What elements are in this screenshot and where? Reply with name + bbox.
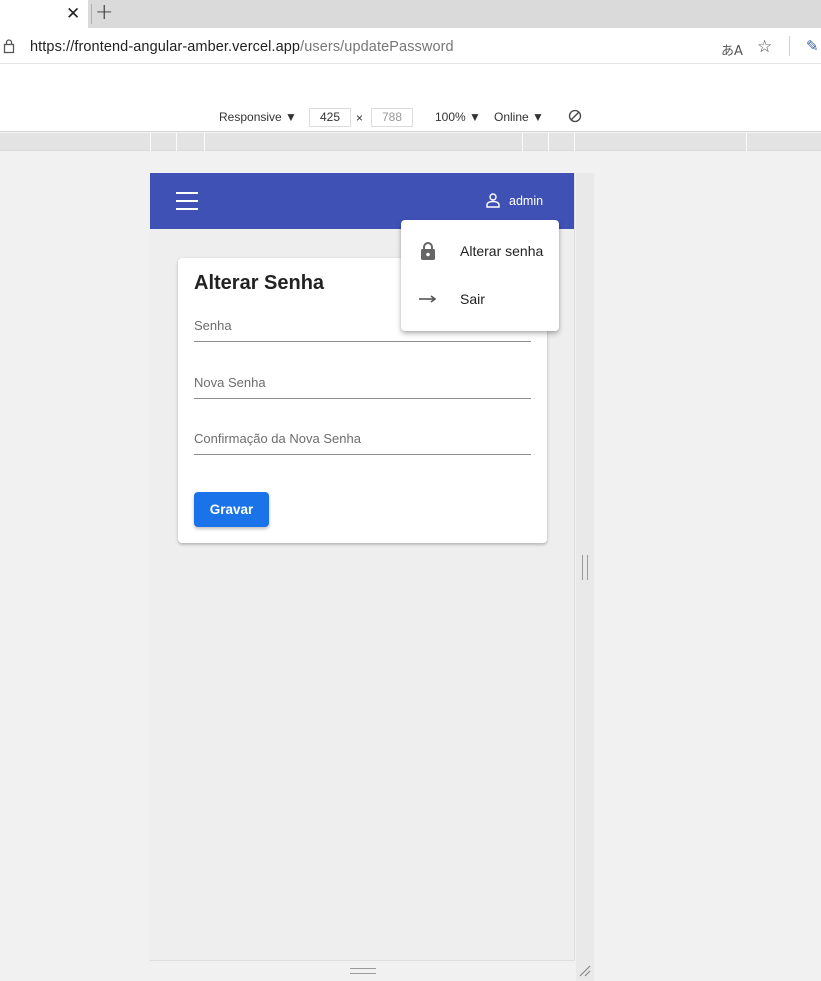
confirm-password-placeholder: Confirmação da Nova Senha [194,431,361,446]
ruler-mark [522,133,523,151]
menu-item-logout[interactable]: Sair [401,275,559,323]
toolbar-divider [789,36,790,56]
eyedropper-icon[interactable]: ✎ [806,37,819,55]
current-password-placeholder: Senha [194,318,232,333]
zoom-select[interactable]: 100% ▼ [435,110,481,124]
side-resize-handle[interactable] [582,555,588,580]
device-mode-select[interactable]: Responsive ▼ [219,110,297,124]
device-toolbar: Responsive ▼ 425 × 788 100% ▼ Online ▼ [0,106,821,132]
page-title: Alterar Senha [194,272,325,294]
corner-resize-icon[interactable] [579,965,591,977]
confirm-password-field[interactable]: Confirmação da Nova Senha [194,425,531,455]
rotate-icon[interactable] [568,109,582,123]
hamburger-menu-icon[interactable] [176,192,202,212]
arrow-right-icon [419,295,437,303]
device-height-input[interactable]: 788 [371,108,413,127]
user-icon [486,193,500,208]
media-query-ruler[interactable] [0,133,821,151]
tab-divider [91,4,92,24]
close-tab-icon[interactable]: ✕ [66,4,80,24]
lock-icon [421,242,435,260]
url-path: /users/updatePassword [300,39,454,55]
url-host: https://frontend-angular-amber.vercel.ap… [30,39,301,55]
device-width-input[interactable]: 425 [309,108,351,127]
address-bar[interactable]: https://frontend-angular-amber.vercel.ap… [0,28,821,64]
save-button[interactable]: Gravar [194,492,269,527]
network-select[interactable]: Online ▼ [494,110,544,124]
menu-item-change-password[interactable]: Alterar senha [401,227,559,275]
user-dropdown-menu: Alterar senha Sair [401,220,559,331]
ruler-mark [176,133,177,151]
lock-icon[interactable] [3,38,15,54]
new-password-placeholder: Nova Senha [194,375,266,390]
translate-icon[interactable]: あA [721,40,743,59]
tab-strip: ✕ + [0,0,821,28]
menu-item-label: Alterar senha [460,243,544,259]
url-text[interactable]: https://frontend-angular-amber.vercel.ap… [30,39,454,55]
dimension-separator: × [356,111,364,125]
browser-tab[interactable]: ✕ [0,0,88,28]
blank-area [0,64,821,106]
new-tab-icon[interactable]: + [95,0,113,25]
new-password-field[interactable]: Nova Senha [194,369,531,399]
ruler-mark [204,133,205,151]
ruler-mark [548,133,549,151]
ruler-mark [574,133,575,151]
menu-item-label: Sair [460,291,485,307]
ruler-mark [746,133,747,151]
ruler-mark [150,133,151,151]
star-icon[interactable]: ☆ [757,37,772,57]
bottom-resize-handle[interactable] [350,968,376,974]
user-name: admin [509,194,544,208]
